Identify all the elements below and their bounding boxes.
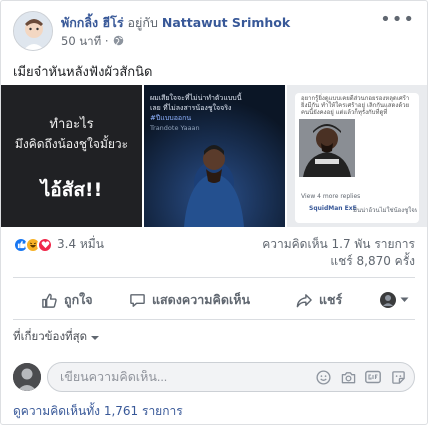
photo-3[interactable]: อยากรู้ยิ่งดูแบบเคยดีส่วนกอยรองหลุดเศร้า… [287,85,427,227]
shares-count[interactable]: แชร์ 8,870 ครั้ง [330,252,415,271]
photo2-username: Trandote Yaaan [150,124,200,132]
comment-sort-label: ที่เกี่ยวข้องที่สุด [13,329,88,343]
thumbs-up-icon [42,293,57,308]
more-icon[interactable]: ••• [380,11,415,29]
comment-button[interactable]: แสดงความคิดเห็น [129,290,250,310]
sticker-icon[interactable] [390,369,406,385]
comment-composer [13,362,415,392]
divider-top [13,277,415,278]
with-text: อยู่กับ [127,15,158,30]
photo3-reply-text: มันน่าอ้วนไม่ใช่น้องชูใจหน้า [353,207,417,214]
post-meta: 50 นาที · [61,33,124,51]
chevron-down-icon [91,336,100,340]
like-button[interactable]: ถูกใจ [41,290,93,310]
audience-selector[interactable] [380,292,409,308]
view-more-comments-link[interactable]: ดูความคิดเห็นทั้ง 1,761 รายการ [13,402,183,421]
comment-tools [315,369,406,385]
photo2-caption: ผมเสียใจจะที่ไม่น่าทำตัวแบบนี้เลย ที่ไม่… [150,94,242,112]
reactions-summary[interactable]: 3.4 หมื่น [13,235,104,254]
action-bar: ถูกใจ แสดงความคิดเห็น แชร์ [13,283,415,317]
share-icon [296,293,312,307]
comment-label: แสดงความคิดเห็น [152,292,251,307]
reactions-count: 3.4 หมื่น [57,237,104,251]
comment-icon [130,293,145,307]
emoji-icon[interactable] [315,369,331,385]
photo2-hashtag: #ปีแบบออกน [150,114,192,122]
globe-icon[interactable] [113,35,124,49]
author-name[interactable]: พักกลิ้ง ฮีโร่ [61,15,124,30]
photo3-commenter: SquidMan ExE [309,205,357,212]
like-label: ถูกใจ [64,292,93,307]
photo2-caption-box: ผมเสียใจจะที่ไม่น่าทำตัวแบบนี้เลย ที่ไม่… [150,93,250,133]
comment-box[interactable] [47,362,415,392]
photo1-line3: ไอ้สัส!! [40,179,103,201]
share-button[interactable]: แชร์ [295,290,342,310]
love-reaction-icon [37,236,53,253]
photo1-line1: ทำอะไร [49,117,94,132]
photo-2[interactable]: ผมเสียใจจะที่ไม่น่าทำตัวแบบนี้เลย ที่ไม่… [144,85,285,227]
photo3-reply-label: View 4 more replies [301,193,361,200]
photo3-image [299,119,355,177]
post-time[interactable]: 50 นาที · [61,33,109,51]
author-line: พักกลิ้ง ฮีโร่ อยู่กับ Nattawut Srimhok [61,13,290,33]
author-avatar[interactable] [13,11,53,51]
comment-input[interactable] [60,370,240,384]
photo1-line2: มึงคิดถึงน้องชูใจมั้ยวะ [14,137,129,151]
post-card: พักกลิ้ง ฮีโร่ อยู่กับ Nattawut Srimhok … [0,0,428,425]
comment-sort-dropdown[interactable]: ที่เกี่ยวข้องที่สุด [13,328,100,346]
tagged-name[interactable]: Nattawut Srimhok [162,15,290,30]
photo-grid: ทำอะไร มึงคิดถึงน้องชูใจมั้ยวะ ไอ้สัส!! [1,85,427,227]
chevron-down-icon [400,297,409,302]
post-text: เมียจ๋าหันหลังฟังผัวสักนิด [13,65,153,80]
my-avatar[interactable] [13,363,41,391]
photo3-top-text: อยากรู้ยิ่งดูแบบเคยดีส่วนกอยรองหลุดเศร้า… [301,95,410,116]
share-label: แชร์ [319,292,343,307]
profile-icon [380,292,396,308]
engagement-counts: 3.4 หมื่น ความคิดเห็น 1.7 พัน รายการ แชร… [13,235,415,268]
photo3-card: อยากรู้ยิ่งดูแบบเคยดีส่วนกอยรองหลุดเศร้า… [295,93,419,223]
photo-1[interactable]: ทำอะไร มึงคิดถึงน้องชูใจมั้ยวะ ไอ้สัส!! [1,85,142,227]
camera-icon[interactable] [340,369,356,385]
divider-bottom [13,319,415,320]
post-header: พักกลิ้ง ฮีโร่ อยู่กับ Nattawut Srimhok … [13,11,415,53]
gif-icon[interactable] [365,369,381,385]
